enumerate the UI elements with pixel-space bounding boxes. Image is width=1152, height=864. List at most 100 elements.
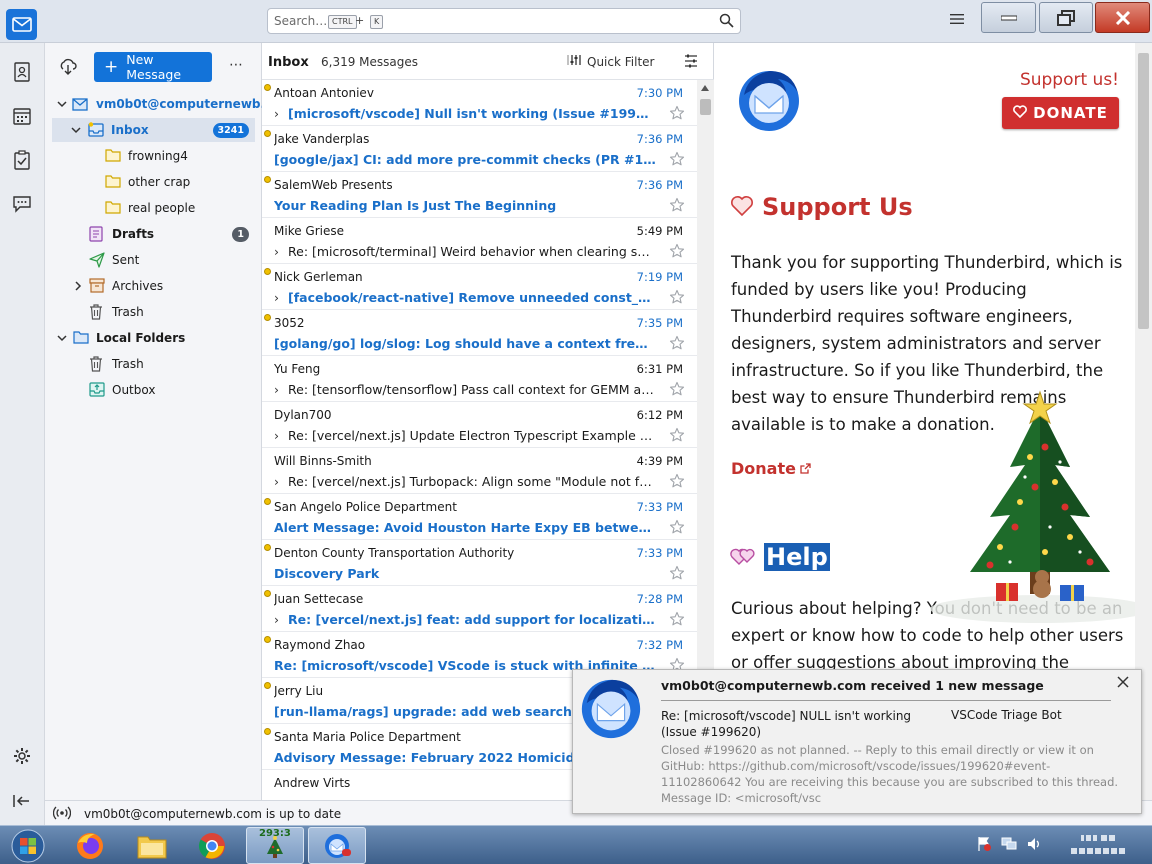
thread-chevron-icon[interactable]: › — [274, 290, 288, 305]
online-status-icon[interactable] — [52, 806, 72, 823]
unread-dot-icon[interactable] — [264, 728, 271, 735]
thread-chevron-icon[interactable]: › — [274, 612, 288, 627]
message-row[interactable]: Dylan700 6:12 PM › Re: [vercel/next.js] Upd… — [262, 402, 697, 448]
star-icon[interactable] — [669, 381, 685, 397]
unread-dot-icon[interactable] — [264, 682, 271, 689]
star-icon[interactable] — [669, 289, 685, 305]
account-row[interactable]: vm0b0t@computernewb... — [45, 92, 274, 116]
thread-chevron-icon[interactable]: › — [274, 428, 288, 443]
message-time: 6:12 PM — [636, 408, 683, 422]
star-icon[interactable] — [669, 105, 685, 121]
address-book-icon[interactable] — [11, 61, 33, 83]
app-menu-icon[interactable] — [950, 13, 968, 29]
taskbar-clock[interactable] — [1060, 831, 1140, 864]
volume-icon[interactable] — [1026, 836, 1042, 855]
settings-gear-icon[interactable] — [11, 745, 33, 767]
unread-dot-icon[interactable] — [264, 130, 271, 137]
message-sender: Santa Maria Police Department — [274, 730, 461, 744]
local-folder-trash[interactable]: Trash — [45, 352, 262, 376]
message-row[interactable]: Juan Settecase 7:28 PM › Re: [vercel/next.j… — [262, 586, 697, 632]
mail-space-icon[interactable] — [6, 9, 37, 40]
restore-button[interactable] — [1039, 2, 1093, 33]
close-button[interactable] — [1095, 2, 1150, 33]
close-icon[interactable] — [1117, 676, 1129, 691]
chrome-taskbar-icon[interactable] — [188, 827, 236, 864]
star-icon[interactable] — [669, 565, 685, 581]
search-icon[interactable] — [719, 13, 734, 31]
unread-dot-icon[interactable] — [264, 498, 271, 505]
star-icon[interactable] — [669, 473, 685, 489]
calendar-icon[interactable] — [11, 105, 33, 127]
action-center-flag-icon[interactable] — [976, 836, 992, 855]
tasks-icon[interactable] — [11, 149, 33, 171]
unread-dot-icon[interactable] — [264, 590, 271, 597]
unread-dot-icon[interactable] — [264, 84, 271, 91]
message-row[interactable]: 3052 7:35 PM [golang/go] log/slog: Log sho… — [262, 310, 697, 356]
message-row[interactable]: Mike Griese 5:49 PM › Re: [microsoft/termin… — [262, 218, 697, 264]
minimize-button[interactable] — [981, 2, 1036, 33]
folder-label: Trash — [112, 305, 144, 319]
list-display-options-icon[interactable] — [684, 54, 698, 71]
folder-inbox[interactable]: Inbox 3241 — [52, 118, 255, 142]
outbox-icon — [89, 382, 105, 398]
unread-dot-icon[interactable] — [264, 544, 271, 551]
unread-dot-icon[interactable] — [264, 176, 271, 183]
folder-sent[interactable]: Sent — [45, 248, 262, 272]
chat-icon[interactable] — [11, 193, 33, 215]
message-row[interactable]: San Angelo Police Department 7:33 PM Alert… — [262, 494, 697, 540]
scrollbar-thumb[interactable] — [700, 99, 711, 115]
message-row[interactable]: Denton County Transportation Authority 7:… — [262, 540, 697, 586]
chevron-down-icon[interactable] — [70, 124, 82, 136]
chevron-down-icon[interactable] — [56, 332, 68, 344]
message-sender: Will Binns-Smith — [274, 454, 372, 468]
message-subject-text: Re: [vercel/next.js] feat: add support f… — [288, 612, 656, 627]
donate-button[interactable]: DONATE — [1002, 97, 1119, 129]
star-icon[interactable] — [669, 197, 685, 213]
quick-filter-button[interactable]: Quick Filter — [567, 54, 654, 69]
star-icon[interactable] — [669, 611, 685, 627]
message-row[interactable]: SalemWeb Presents 7:36 PM Your Reading Pla… — [262, 172, 697, 218]
star-icon[interactable] — [669, 427, 685, 443]
chevron-right-icon[interactable] — [72, 280, 84, 292]
local-folder-outbox[interactable]: Outbox — [45, 378, 262, 402]
star-icon[interactable] — [669, 519, 685, 535]
folder-other-crap[interactable]: other crap — [45, 170, 262, 194]
get-messages-icon[interactable] — [59, 58, 79, 78]
thread-chevron-icon[interactable]: › — [274, 106, 288, 121]
thread-chevron-icon[interactable]: › — [274, 244, 288, 259]
donate-link[interactable]: Donate — [731, 459, 811, 478]
star-icon[interactable] — [669, 335, 685, 351]
unread-dot-icon[interactable] — [264, 268, 271, 275]
thread-chevron-icon[interactable]: › — [274, 382, 288, 397]
message-row[interactable]: Jake Vanderplas 7:36 PM [google/jax] CI: a… — [262, 126, 697, 172]
folder-real-people[interactable]: real people — [45, 196, 262, 220]
collapse-toolbar-icon[interactable] — [11, 790, 33, 812]
message-row[interactable]: Nick Gerleman 7:19 PM › [facebook/react-nat… — [262, 264, 697, 310]
message-row[interactable]: Antoan Antoniev 7:30 PM › [microsoft/vscode… — [262, 80, 697, 126]
star-icon[interactable] — [669, 243, 685, 259]
folder-pane-more-button[interactable]: ⋯ — [229, 57, 244, 73]
scrollbar-thumb[interactable] — [1138, 53, 1149, 329]
chevron-down-icon[interactable] — [56, 98, 68, 110]
unread-dot-icon[interactable] — [264, 636, 271, 643]
search-input[interactable]: Search… CTRL + K — [267, 8, 741, 34]
star-icon[interactable] — [669, 151, 685, 167]
message-row[interactable]: Yu Feng 6:31 PM › Re: [tensorflow/tensorflo… — [262, 356, 697, 402]
folder-archives[interactable]: Archives — [45, 274, 262, 298]
unread-dot-icon[interactable] — [264, 314, 271, 321]
file-explorer-taskbar-icon[interactable] — [128, 827, 176, 864]
thread-chevron-icon[interactable]: › — [274, 474, 288, 489]
folder-trash[interactable]: Trash — [45, 300, 262, 324]
new-message-button[interactable]: + New Message — [94, 52, 212, 82]
support-us-link[interactable]: Support us! — [1020, 70, 1119, 90]
new-mail-notification[interactable]: vm0b0t@computernewb.com received 1 new m… — [572, 669, 1142, 814]
message-row[interactable]: Will Binns-Smith 4:39 PM › Re: [vercel/next… — [262, 448, 697, 494]
local-folders-row[interactable]: Local Folders — [45, 326, 262, 350]
firefox-taskbar-icon[interactable] — [66, 827, 114, 864]
folder-frowning4[interactable]: frowning4 — [45, 144, 262, 168]
network-icon[interactable] — [1000, 836, 1018, 855]
thunderbird-taskbar-icon[interactable] — [308, 827, 366, 864]
start-button[interactable] — [2, 827, 54, 864]
scroll-up-arrow-icon[interactable] — [701, 85, 709, 91]
folder-drafts[interactable]: Drafts 1 — [45, 222, 262, 246]
